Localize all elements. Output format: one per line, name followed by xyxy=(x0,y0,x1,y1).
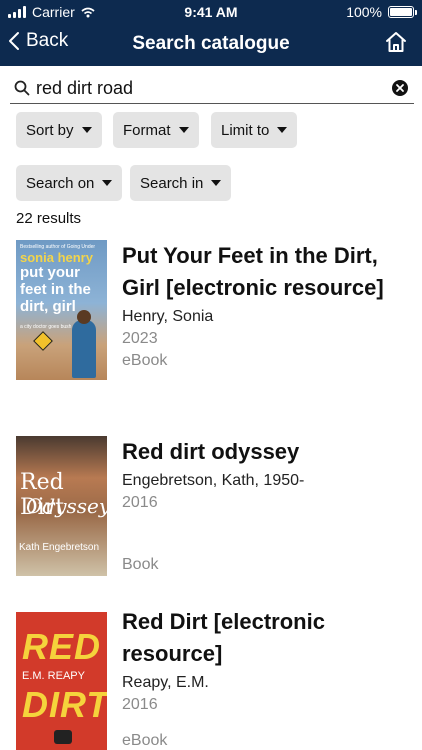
limit-to-dropdown[interactable]: Limit to xyxy=(211,112,298,148)
cover-title-line2: DIRT xyxy=(22,684,107,725)
result-info: Red Dirt [electronic resource] Reapy, E.… xyxy=(122,606,412,750)
result-format: eBook xyxy=(122,732,168,749)
battery-percent: 100% xyxy=(346,4,382,20)
result-info: Put Your Feet in the Dirt, Girl [electro… xyxy=(122,240,412,370)
cover-subtitle: a city doctor goes bush xyxy=(20,324,72,330)
result-author: Engebretson, Kath, 1950- xyxy=(122,472,305,489)
chip-label: Search in xyxy=(140,174,204,192)
result-year: 2016 xyxy=(122,494,158,511)
book-cover: RED E.M. REAPY DIRT xyxy=(16,612,107,750)
caret-down-icon xyxy=(277,127,288,133)
navigation-bar: Back Search catalogue xyxy=(0,24,422,64)
page-title: Search catalogue xyxy=(132,33,290,54)
cover-title-line1: RED xyxy=(22,626,102,667)
cover-figure-head xyxy=(77,310,91,324)
status-right: 100% xyxy=(346,4,417,20)
chip-label: Sort by xyxy=(26,121,74,139)
result-format: Book xyxy=(122,556,159,573)
chip-label: Format xyxy=(123,121,171,139)
cover-figure xyxy=(72,320,96,378)
status-bar: Carrier 9:41 AM 100% xyxy=(0,0,422,24)
cover-title: put your feet in the dirt, girl xyxy=(20,264,91,315)
caret-down-icon xyxy=(81,127,92,133)
battery-icon xyxy=(388,6,417,18)
sort-by-dropdown[interactable]: Sort by xyxy=(16,112,102,148)
top-bar: Carrier 9:41 AM 100% Back Search catalog… xyxy=(0,0,422,66)
search-in-dropdown[interactable]: Search in xyxy=(130,165,232,201)
result-author: Henry, Sonia xyxy=(122,308,214,325)
chip-label: Search on xyxy=(26,174,95,192)
result-title: Put Your Feet in the Dirt, Girl [electro… xyxy=(122,243,384,300)
cover-author: sonia henry xyxy=(20,250,93,265)
book-cover: Red Dirt Odyssey Kath Engebretson xyxy=(16,436,107,576)
result-item[interactable]: RED E.M. REAPY DIRT Red Dirt [electronic… xyxy=(0,606,422,750)
search-on-dropdown[interactable]: Search on xyxy=(16,165,123,201)
result-title: Red dirt odyssey xyxy=(122,439,300,464)
book-cover: Bestselling author of Going Under sonia … xyxy=(16,240,107,380)
home-icon xyxy=(386,32,406,52)
result-author: Reapy, E.M. xyxy=(122,674,209,691)
caret-down-icon xyxy=(178,127,189,133)
results-count: 22 results xyxy=(16,210,82,227)
result-title: Red Dirt [electronic resource] xyxy=(122,609,325,666)
cover-title-line2: Odyssey xyxy=(26,494,107,518)
result-item[interactable]: Red Dirt Odyssey Kath Engebretson Red di… xyxy=(0,436,422,586)
cover-author: E.M. REAPY xyxy=(22,670,85,682)
search-bar xyxy=(10,74,414,104)
result-format: eBook xyxy=(122,352,168,369)
result-year: 2016 xyxy=(122,696,158,713)
result-info: Red dirt odyssey Engebretson, Kath, 1950… xyxy=(122,436,412,574)
road-sign-icon xyxy=(33,331,53,351)
chip-label: Limit to xyxy=(221,121,270,139)
search-input[interactable] xyxy=(36,75,386,101)
home-button[interactable] xyxy=(384,30,408,54)
caret-down-icon xyxy=(102,180,113,186)
caret-down-icon xyxy=(211,180,222,186)
format-dropdown[interactable]: Format xyxy=(113,112,199,148)
cover-car-icon xyxy=(54,730,72,744)
result-year: 2023 xyxy=(122,330,158,347)
clear-search-icon[interactable] xyxy=(392,80,408,96)
search-icon xyxy=(14,80,30,96)
result-item[interactable]: Bestselling author of Going Under sonia … xyxy=(0,240,422,415)
cover-author: Kath Engebretson xyxy=(19,542,100,553)
